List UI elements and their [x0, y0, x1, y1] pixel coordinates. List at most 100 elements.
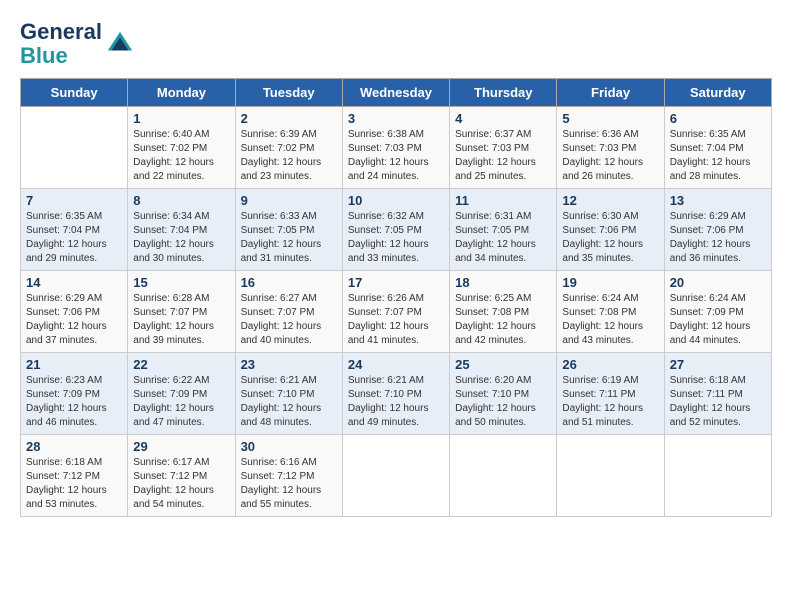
- day-number: 7: [26, 193, 122, 208]
- day-info: Sunrise: 6:33 AM Sunset: 7:05 PM Dayligh…: [241, 210, 337, 266]
- day-number: 29: [133, 439, 229, 454]
- calendar-cell: 18 Sunrise: 6:25 AM Sunset: 7:08 PM Dayli…: [450, 271, 557, 353]
- day-info: Sunrise: 6:16 AM Sunset: 7:12 PM Dayligh…: [241, 456, 337, 512]
- day-number: 19: [562, 275, 658, 290]
- day-info: Sunrise: 6:27 AM Sunset: 7:07 PM Dayligh…: [241, 292, 337, 348]
- day-number: 13: [670, 193, 766, 208]
- day-info: Sunrise: 6:19 AM Sunset: 7:11 PM Dayligh…: [562, 374, 658, 430]
- day-number: 9: [241, 193, 337, 208]
- calendar-cell: 3Sunrise: 6:38 AM Sunset: 7:03 PM Daylig…: [342, 107, 449, 189]
- calendar-cell: 23 Sunrise: 6:21 AM Sunset: 7:10 PM Dayli…: [235, 353, 342, 435]
- day-number: 14: [26, 275, 122, 290]
- day-info: Sunrise: 6:34 AM Sunset: 7:04 PM Dayligh…: [133, 210, 229, 266]
- day-number: 20: [670, 275, 766, 290]
- week-row-5: 28 Sunrise: 6:18 AM Sunset: 7:12 PM Dayli…: [21, 435, 772, 517]
- page-header: GeneralBlue: [20, 20, 772, 68]
- calendar-cell: 28 Sunrise: 6:18 AM Sunset: 7:12 PM Dayli…: [21, 435, 128, 517]
- day-number: 5: [562, 111, 658, 126]
- day-number: 21: [26, 357, 122, 372]
- calendar-cell: [21, 107, 128, 189]
- calendar-cell: 15Sunrise: 6:28 AM Sunset: 7:07 PM Dayli…: [128, 271, 235, 353]
- logo: GeneralBlue: [20, 20, 134, 68]
- day-number: 22: [133, 357, 229, 372]
- calendar-cell: 26 Sunrise: 6:19 AM Sunset: 7:11 PM Dayli…: [557, 353, 664, 435]
- day-header-row: SundayMondayTuesdayWednesdayThursdayFrid…: [21, 79, 772, 107]
- day-header-wednesday: Wednesday: [342, 79, 449, 107]
- day-info: Sunrise: 6:30 AM Sunset: 7:06 PM Dayligh…: [562, 210, 658, 266]
- calendar-cell: 13Sunrise: 6:29 AM Sunset: 7:06 PM Dayli…: [664, 189, 771, 271]
- day-number: 15: [133, 275, 229, 290]
- calendar-cell: 2 Sunrise: 6:39 AM Sunset: 7:02 PM Daylig…: [235, 107, 342, 189]
- calendar-cell: [557, 435, 664, 517]
- day-header-friday: Friday: [557, 79, 664, 107]
- week-row-1: 1Sunrise: 6:40 AM Sunset: 7:02 PM Daylig…: [21, 107, 772, 189]
- week-row-2: 7 Sunrise: 6:35 AM Sunset: 7:04 PM Daylig…: [21, 189, 772, 271]
- day-info: Sunrise: 6:20 AM Sunset: 7:10 PM Dayligh…: [455, 374, 551, 430]
- day-header-monday: Monday: [128, 79, 235, 107]
- week-row-3: 14 Sunrise: 6:29 AM Sunset: 7:06 PM Dayli…: [21, 271, 772, 353]
- calendar-cell: 6Sunrise: 6:35 AM Sunset: 7:04 PM Daylig…: [664, 107, 771, 189]
- day-number: 24: [348, 357, 444, 372]
- calendar-cell: 16 Sunrise: 6:27 AM Sunset: 7:07 PM Dayli…: [235, 271, 342, 353]
- calendar-cell: 25Sunrise: 6:20 AM Sunset: 7:10 PM Dayli…: [450, 353, 557, 435]
- day-number: 18: [455, 275, 551, 290]
- day-number: 30: [241, 439, 337, 454]
- day-info: Sunrise: 6:26 AM Sunset: 7:07 PM Dayligh…: [348, 292, 444, 348]
- day-info: Sunrise: 6:24 AM Sunset: 7:09 PM Dayligh…: [670, 292, 766, 348]
- calendar-cell: [664, 435, 771, 517]
- calendar-cell: 8 Sunrise: 6:34 AM Sunset: 7:04 PM Daylig…: [128, 189, 235, 271]
- day-info: Sunrise: 6:29 AM Sunset: 7:06 PM Dayligh…: [26, 292, 122, 348]
- calendar-cell: 20 Sunrise: 6:24 AM Sunset: 7:09 PM Dayli…: [664, 271, 771, 353]
- day-info: Sunrise: 6:24 AM Sunset: 7:08 PM Dayligh…: [562, 292, 658, 348]
- day-number: 28: [26, 439, 122, 454]
- day-number: 6: [670, 111, 766, 126]
- calendar-cell: 11Sunrise: 6:31 AM Sunset: 7:05 PM Dayli…: [450, 189, 557, 271]
- calendar-cell: 7 Sunrise: 6:35 AM Sunset: 7:04 PM Daylig…: [21, 189, 128, 271]
- calendar-cell: 30 Sunrise: 6:16 AM Sunset: 7:12 PM Dayli…: [235, 435, 342, 517]
- day-number: 23: [241, 357, 337, 372]
- calendar-cell: 4 Sunrise: 6:37 AM Sunset: 7:03 PM Daylig…: [450, 107, 557, 189]
- day-info: Sunrise: 6:21 AM Sunset: 7:10 PM Dayligh…: [241, 374, 337, 430]
- day-info: Sunrise: 6:37 AM Sunset: 7:03 PM Dayligh…: [455, 128, 551, 184]
- day-info: Sunrise: 6:22 AM Sunset: 7:09 PM Dayligh…: [133, 374, 229, 430]
- logo-text: GeneralBlue: [20, 20, 102, 68]
- day-number: 10: [348, 193, 444, 208]
- day-number: 8: [133, 193, 229, 208]
- day-header-saturday: Saturday: [664, 79, 771, 107]
- day-number: 17: [348, 275, 444, 290]
- day-info: Sunrise: 6:38 AM Sunset: 7:03 PM Dayligh…: [348, 128, 444, 184]
- calendar-table: SundayMondayTuesdayWednesdayThursdayFrid…: [20, 78, 772, 517]
- day-info: Sunrise: 6:21 AM Sunset: 7:10 PM Dayligh…: [348, 374, 444, 430]
- calendar-cell: 9 Sunrise: 6:33 AM Sunset: 7:05 PM Daylig…: [235, 189, 342, 271]
- day-header-tuesday: Tuesday: [235, 79, 342, 107]
- day-info: Sunrise: 6:23 AM Sunset: 7:09 PM Dayligh…: [26, 374, 122, 430]
- calendar-cell: [342, 435, 449, 517]
- calendar-cell: 21 Sunrise: 6:23 AM Sunset: 7:09 PM Dayli…: [21, 353, 128, 435]
- day-info: Sunrise: 6:25 AM Sunset: 7:08 PM Dayligh…: [455, 292, 551, 348]
- day-info: Sunrise: 6:18 AM Sunset: 7:11 PM Dayligh…: [670, 374, 766, 430]
- calendar-cell: [450, 435, 557, 517]
- logo-icon: [106, 30, 134, 58]
- calendar-cell: 14 Sunrise: 6:29 AM Sunset: 7:06 PM Dayli…: [21, 271, 128, 353]
- day-number: 4: [455, 111, 551, 126]
- day-info: Sunrise: 6:18 AM Sunset: 7:12 PM Dayligh…: [26, 456, 122, 512]
- calendar-cell: 17 Sunrise: 6:26 AM Sunset: 7:07 PM Dayli…: [342, 271, 449, 353]
- day-info: Sunrise: 6:31 AM Sunset: 7:05 PM Dayligh…: [455, 210, 551, 266]
- day-info: Sunrise: 6:40 AM Sunset: 7:02 PM Dayligh…: [133, 128, 229, 184]
- calendar-cell: 29Sunrise: 6:17 AM Sunset: 7:12 PM Dayli…: [128, 435, 235, 517]
- calendar-cell: 1Sunrise: 6:40 AM Sunset: 7:02 PM Daylig…: [128, 107, 235, 189]
- day-number: 2: [241, 111, 337, 126]
- day-info: Sunrise: 6:35 AM Sunset: 7:04 PM Dayligh…: [26, 210, 122, 266]
- calendar-cell: 22 Sunrise: 6:22 AM Sunset: 7:09 PM Dayli…: [128, 353, 235, 435]
- calendar-cell: 27Sunrise: 6:18 AM Sunset: 7:11 PM Dayli…: [664, 353, 771, 435]
- day-number: 26: [562, 357, 658, 372]
- day-header-sunday: Sunday: [21, 79, 128, 107]
- day-number: 16: [241, 275, 337, 290]
- calendar-cell: 5Sunrise: 6:36 AM Sunset: 7:03 PM Daylig…: [557, 107, 664, 189]
- day-header-thursday: Thursday: [450, 79, 557, 107]
- calendar-cell: 12Sunrise: 6:30 AM Sunset: 7:06 PM Dayli…: [557, 189, 664, 271]
- calendar-cell: 19 Sunrise: 6:24 AM Sunset: 7:08 PM Dayli…: [557, 271, 664, 353]
- calendar-cell: 10Sunrise: 6:32 AM Sunset: 7:05 PM Dayli…: [342, 189, 449, 271]
- day-info: Sunrise: 6:39 AM Sunset: 7:02 PM Dayligh…: [241, 128, 337, 184]
- calendar-cell: 24 Sunrise: 6:21 AM Sunset: 7:10 PM Dayli…: [342, 353, 449, 435]
